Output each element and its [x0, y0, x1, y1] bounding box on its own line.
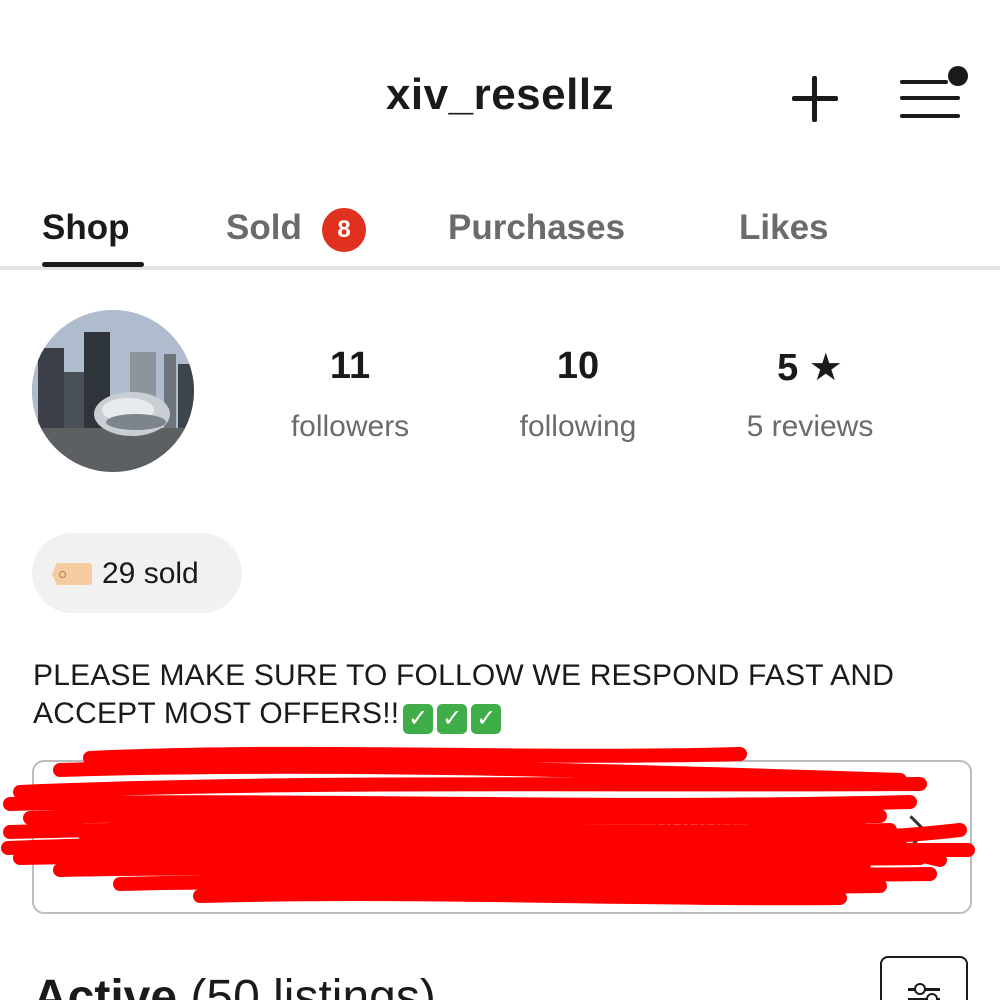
listings-heading: Active (50 listings): [33, 970, 436, 1000]
sold-count-badge: 8: [322, 208, 366, 252]
menu-icon[interactable]: [898, 66, 968, 122]
menu-bar: [900, 80, 948, 84]
listings-count: (50 listings): [190, 971, 436, 1000]
sold-count-label: 29 sold: [102, 557, 199, 590]
following-label[interactable]: following: [498, 410, 658, 444]
listings-title: Active: [33, 971, 178, 1000]
location-card[interactable]: venue: [32, 760, 972, 914]
profile-tabs: Shop Sold Purchases Likes: [0, 200, 1000, 270]
filter-knob: [926, 993, 938, 1000]
rating-value[interactable]: 5 ★: [720, 345, 900, 390]
tab-likes[interactable]: Likes: [739, 208, 829, 248]
location-text: venue: [654, 810, 736, 843]
avatar[interactable]: [32, 310, 194, 472]
tab-shop[interactable]: Shop: [42, 208, 129, 248]
following-count[interactable]: 10: [498, 345, 658, 388]
profile-page: xiv_resellz Shop Sold Purchases Likes 8: [0, 0, 1000, 1000]
sold-count-pill: 29 sold: [32, 533, 242, 613]
check-icon: ✓: [403, 704, 434, 734]
profile-username: xiv_resellz: [385, 70, 615, 119]
plus-icon[interactable]: [788, 72, 842, 126]
avatar-image: [32, 310, 194, 472]
check-icon: ✓: [437, 704, 468, 734]
filter-knob: [914, 983, 926, 995]
check-icon: ✓: [471, 704, 502, 734]
followers-count[interactable]: 11: [270, 345, 430, 388]
profile-bio: PLEASE MAKE SURE TO FOLLOW WE RESPOND FA…: [33, 657, 973, 734]
tab-sold[interactable]: Sold: [226, 208, 302, 248]
followers-label[interactable]: followers: [270, 410, 430, 444]
active-tab-indicator: [42, 262, 144, 267]
menu-bar: [900, 114, 960, 118]
notification-dot: [948, 66, 968, 86]
price-tag-icon: [52, 563, 92, 585]
filter-icon[interactable]: [880, 956, 968, 1000]
menu-bar: [900, 96, 960, 100]
tab-purchases[interactable]: Purchases: [448, 208, 625, 248]
reviews-label[interactable]: 5 reviews: [720, 410, 900, 444]
